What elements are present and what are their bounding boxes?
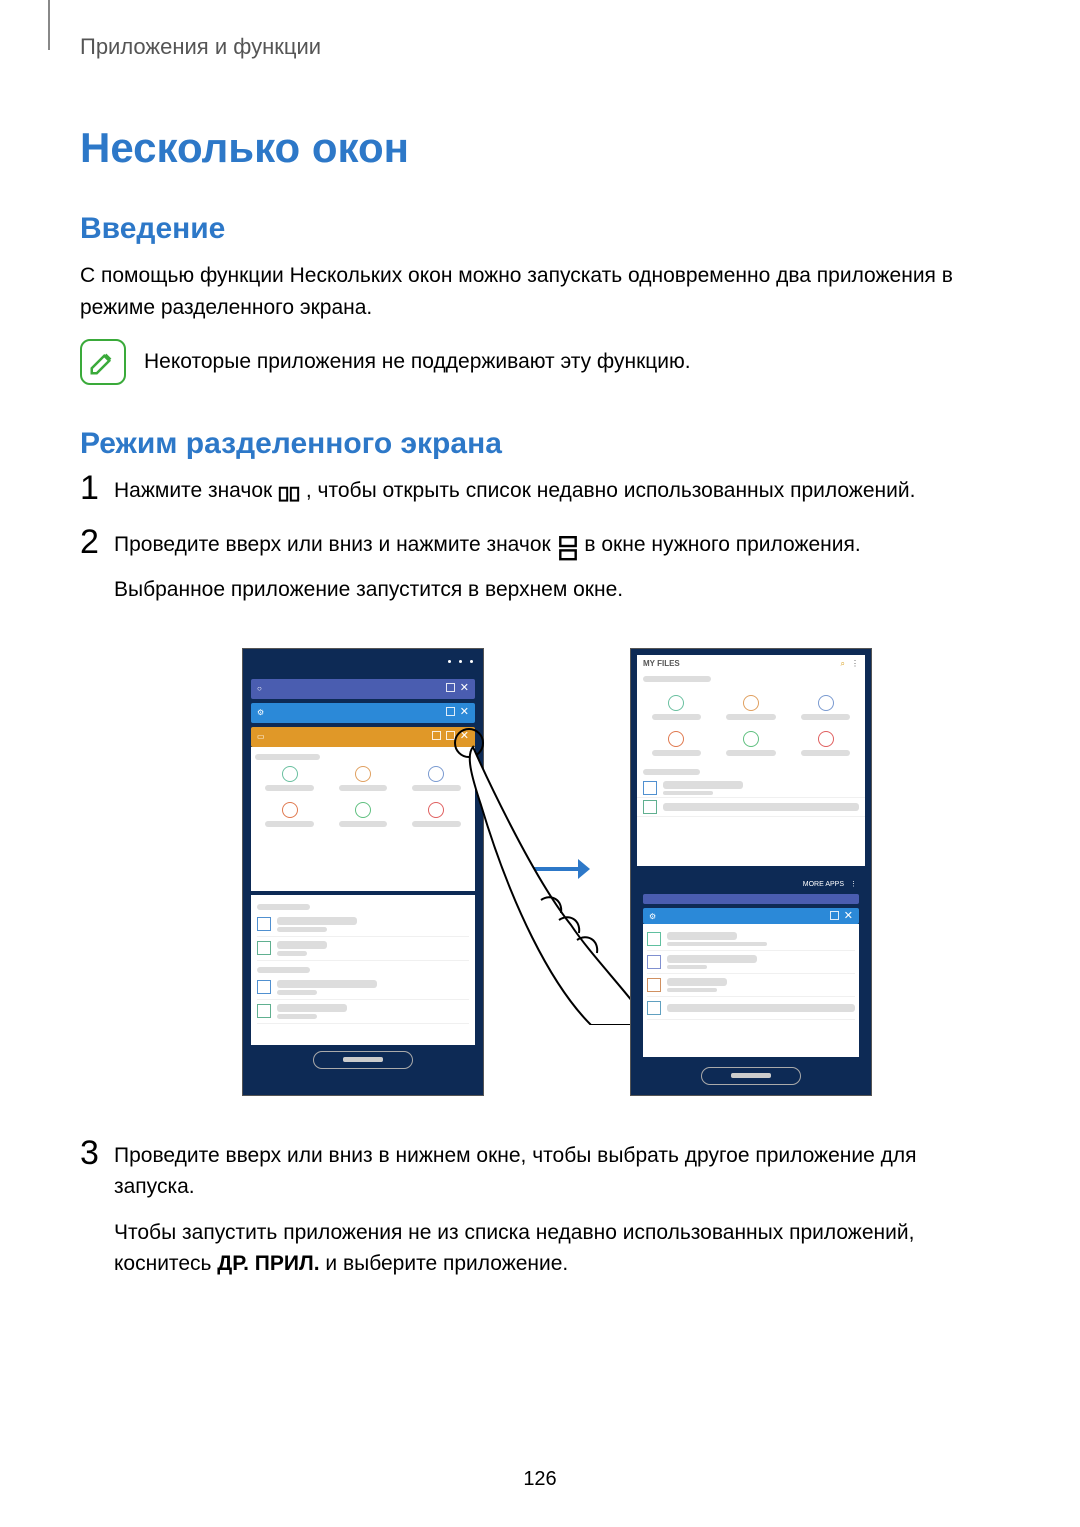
recents-icon: [278, 481, 300, 501]
step1-text-before: Нажмите значок: [114, 479, 278, 502]
intro-paragraph: С помощью функции Нескольких окон можно …: [80, 260, 1000, 323]
step-1: Нажмите значок , чтобы открыть список не…: [80, 475, 1000, 507]
phone2-title: MY FILES: [643, 659, 680, 668]
section-heading-intro: Введение: [80, 212, 1000, 246]
step-3: Проведите вверх или вниз в нижнем окне, …: [80, 1140, 1000, 1280]
step2-text-after: в окне нужного приложения.: [584, 533, 860, 556]
figure-phone-left: ○✕ ⚙✕ ▭✕: [242, 648, 484, 1096]
more-apps-label: MORE APPS: [803, 881, 844, 888]
step1-text-after: , чтобы открыть список недавно использов…: [306, 479, 916, 502]
step3-line2-bold: ДР. ПРИЛ.: [217, 1252, 319, 1275]
split-screen-icon: [557, 535, 579, 555]
step3-line1: Проведите вверх или вниз в нижнем окне, …: [114, 1140, 1000, 1203]
figure-phone-right: MY FILES ⌕⋮: [630, 648, 872, 1096]
step2-line2: Выбранное приложение запустится в верхне…: [114, 574, 1000, 606]
step3-line2-after: и выберите приложение.: [325, 1252, 568, 1275]
section-heading-split: Режим разделенного экрана: [80, 427, 1000, 461]
figure: ○✕ ⚙✕ ▭✕: [114, 648, 1000, 1096]
arrow-icon: [524, 857, 590, 886]
step2-text-before: Проведите вверх или вниз и нажмите значо…: [114, 533, 557, 556]
breadcrumb: Приложения и функции: [80, 34, 1000, 60]
page-number: 126: [0, 1468, 1080, 1491]
note-text: Некоторые приложения не поддерживают эту…: [144, 350, 691, 374]
page-title: Несколько окон: [80, 124, 1000, 172]
note-block: Некоторые приложения не поддерживают эту…: [80, 339, 1000, 385]
step-2: Проведите вверх или вниз и нажмите значо…: [80, 529, 1000, 1096]
note-icon: [80, 339, 126, 385]
